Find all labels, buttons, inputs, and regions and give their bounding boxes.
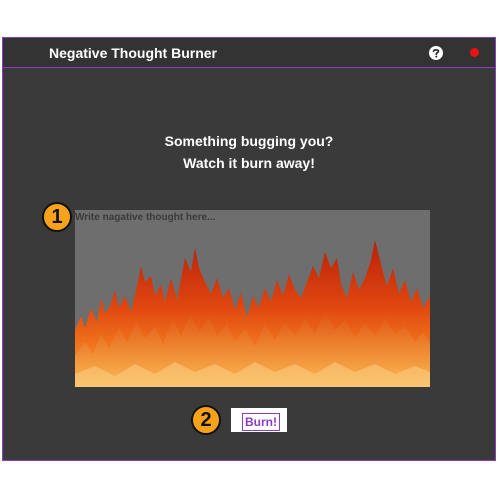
burn-button[interactable]: Burn! xyxy=(231,408,287,432)
app-title: Negative Thought Burner xyxy=(49,45,218,61)
heading-line-1: Something bugging you? xyxy=(164,133,334,149)
negative-thought-input[interactable] xyxy=(75,210,430,387)
callout-badge-2: 2 xyxy=(191,405,221,435)
close-icon[interactable] xyxy=(470,48,479,57)
question-mark-icon[interactable] xyxy=(429,46,443,60)
callout-badge-1: 1 xyxy=(42,202,72,232)
burn-button-label: Burn! xyxy=(242,413,280,431)
title-bar: Negative Thought Burner xyxy=(3,38,495,68)
app-window: Negative Thought Burner Something buggin… xyxy=(2,37,496,461)
heading-line-2: Watch it burn away! xyxy=(183,155,315,171)
